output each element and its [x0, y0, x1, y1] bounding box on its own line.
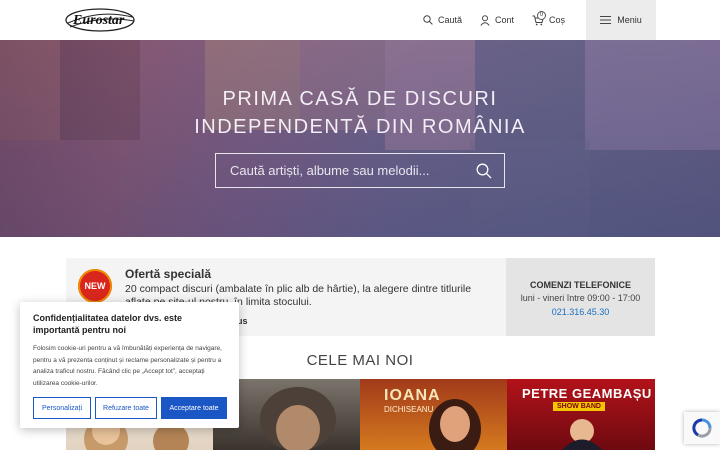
nav-search[interactable]: Caută: [423, 0, 462, 40]
album-card[interactable]: PETRE GEAMBAȘU SHOW BAND: [507, 379, 655, 450]
recaptcha-badge[interactable]: [684, 412, 720, 444]
user-icon: [480, 14, 490, 26]
nav-search-label: Caută: [438, 15, 463, 25]
hero-title-line1: PRIMA CASĂ DE DISCURI: [222, 88, 498, 110]
cookie-text: Folosim cookie-uri pentru a vă îmbunătăț…: [33, 345, 222, 387]
nav-account-label: Cont: [495, 15, 515, 25]
eurostar-logo[interactable]: Eurostar: [64, 7, 136, 33]
hamburger-icon: [600, 16, 612, 24]
site-header: Eurostar Caută Cont Coș 0 Meniu: [0, 0, 720, 40]
album-band-label: SHOW BAND: [553, 402, 605, 411]
cookie-reject-button[interactable]: Refuzare toate: [95, 397, 157, 419]
phone-orders-panel: COMENZI TELEFONICE luni - vineri între 0…: [506, 258, 655, 336]
menu-button[interactable]: Meniu: [586, 0, 656, 40]
nav-account[interactable]: Cont: [480, 0, 514, 40]
cookie-consent-dialog: Confidențialitatea datelor dvs. este imp…: [20, 302, 239, 428]
nav-cart-label: Coș: [549, 15, 566, 25]
menu-label: Meniu: [617, 15, 642, 25]
cookie-accept-button[interactable]: Acceptare toate: [161, 397, 227, 419]
hero-search-input[interactable]: [230, 163, 475, 178]
album-artist-name: PETRE GEAMBAȘU: [522, 386, 652, 401]
album-artist-name: IOANA: [384, 387, 441, 404]
hero-banner: PRIMA CASĂ DE DISCURI INDEPENDENTĂ DIN R…: [0, 40, 720, 237]
phone-orders-title: COMENZI TELEFONICE: [530, 280, 631, 290]
offer-title: Ofertă specială: [125, 267, 212, 281]
svg-text:Eurostar: Eurostar: [72, 13, 125, 28]
album-artist-surname: DICHISEANU: [384, 405, 434, 414]
search-icon[interactable]: [476, 163, 492, 179]
phone-orders-hours: luni - vineri între 09:00 - 17:00: [520, 293, 641, 303]
album-card[interactable]: IOANA DICHISEANU: [360, 379, 507, 450]
hero-search-box[interactable]: [215, 153, 505, 188]
cart-count-badge: 0: [537, 11, 546, 20]
hero-title-line2: INDEPENDENTĂ DIN ROMÂNIA: [194, 116, 526, 138]
search-icon: [423, 15, 433, 25]
new-badge: NEW: [78, 269, 112, 303]
cookie-customize-button[interactable]: Personalizați: [33, 397, 91, 419]
recaptcha-icon: [692, 418, 712, 438]
cookie-title: Confidențialitatea datelor dvs. este imp…: [33, 313, 183, 335]
cookie-buttons: Personalizați Refuzare toate Acceptare t…: [33, 397, 227, 419]
phone-number-link[interactable]: 021.316.45.30: [506, 307, 655, 317]
hero-title: PRIMA CASĂ DE DISCURI INDEPENDENTĂ DIN R…: [0, 85, 720, 141]
nav-cart[interactable]: Coș: [532, 0, 565, 40]
